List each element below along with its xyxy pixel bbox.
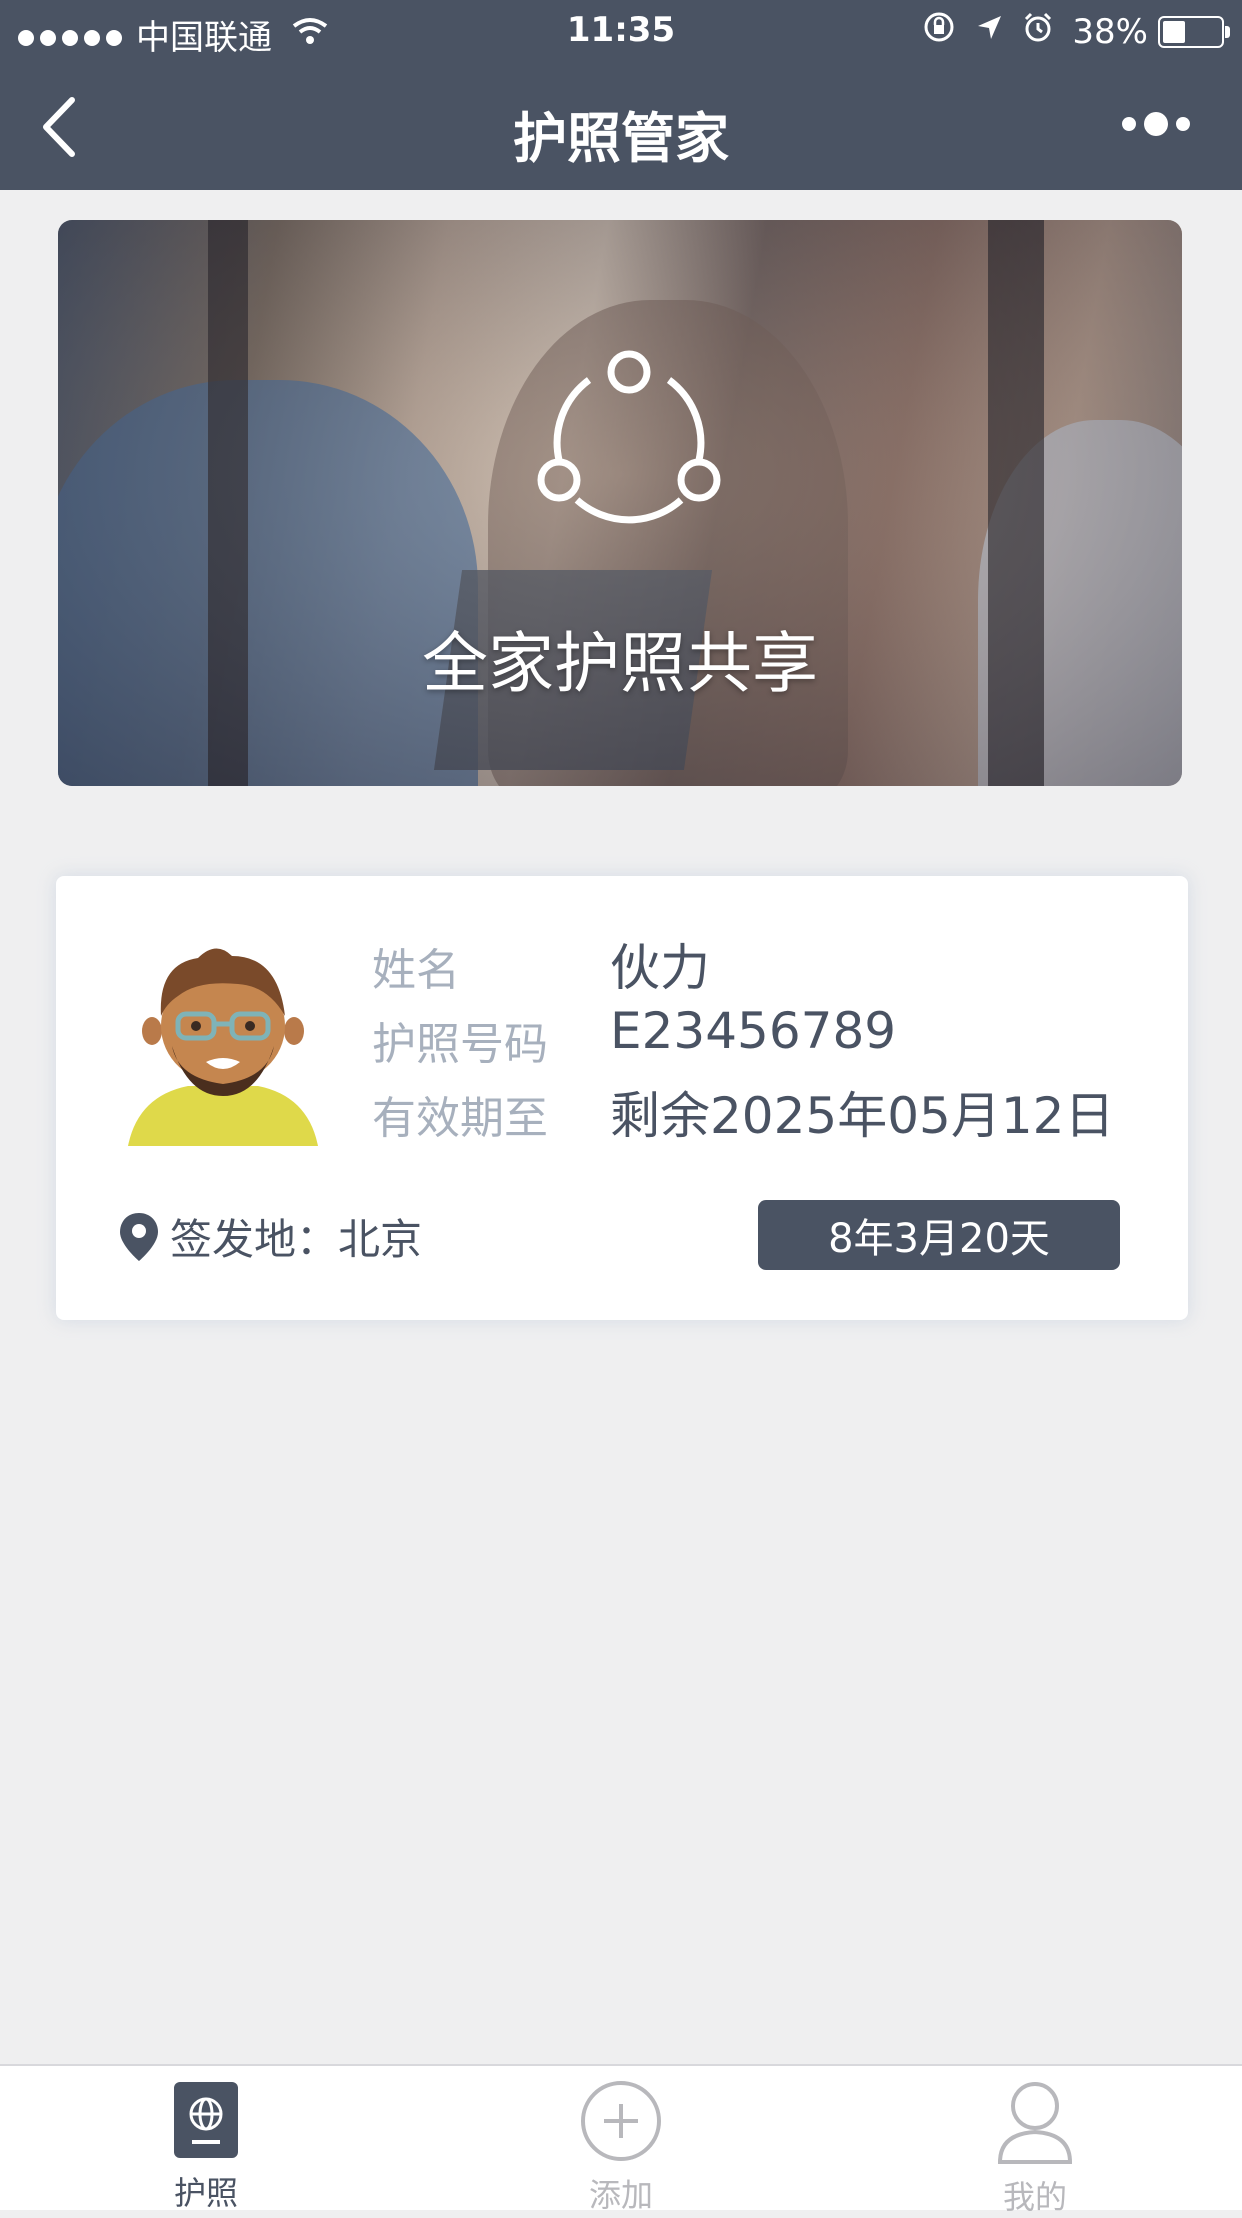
tab-label-me: 我的 [1002, 2178, 1067, 2216]
more-button[interactable] [1118, 112, 1194, 136]
nav-bar: 护照管家 [0, 62, 1242, 190]
tab-me[interactable]: 我的 [935, 2080, 1135, 2218]
tab-label-passport: 护照 [173, 2174, 238, 2212]
name-label: 姓名 [372, 945, 460, 996]
passport-card[interactable]: 姓名 伙力 护照号码 E23456789 有效期至 剩余2025年05月12日 … [56, 876, 1188, 1320]
issue-place-text: 签发地：北京 [170, 1215, 423, 1264]
issue-place: 签发地：北京 [118, 1206, 422, 1267]
avatar [128, 948, 318, 1146]
page-title: 护照管家 [513, 107, 729, 170]
rotation-lock-icon [922, 10, 956, 53]
tab-passport[interactable]: 护照 [106, 2080, 306, 2214]
status-bar: 中国联通 11:35 38% [0, 0, 1242, 62]
remaining-time-badge: 8年3月20天 [758, 1200, 1120, 1270]
battery-percent: 38% [1072, 11, 1148, 52]
passport-number-label: 护照号码 [372, 1019, 548, 1070]
map-pin-icon [120, 1212, 158, 1261]
battery-icon [1158, 15, 1230, 48]
share-icon [537, 350, 721, 524]
name-value: 伙力 [610, 939, 710, 997]
more-dots-icon [1122, 117, 1136, 131]
promo-banner[interactable]: 全家护照共享 [58, 220, 1182, 786]
location-arrow-icon [974, 12, 1004, 52]
user-icon [997, 2082, 1073, 2164]
tab-bar: 护照 添加 我的 [0, 2064, 1242, 2216]
alarm-icon [1022, 11, 1054, 52]
passport-icon [174, 2082, 238, 2158]
expiry-label: 有效期至 [372, 1093, 548, 1144]
tab-add[interactable]: 添加 [521, 2080, 721, 2216]
app-header: 中国联通 11:35 38% 护照管家 [0, 0, 1242, 190]
tab-label-add: 添加 [588, 2176, 653, 2214]
banner-caption: 全家护照共享 [422, 625, 818, 702]
plus-circle-icon [581, 2081, 661, 2161]
passport-number-value: E23456789 [610, 1002, 897, 1060]
expiry-value: 剩余2025年05月12日 [610, 1087, 1115, 1145]
